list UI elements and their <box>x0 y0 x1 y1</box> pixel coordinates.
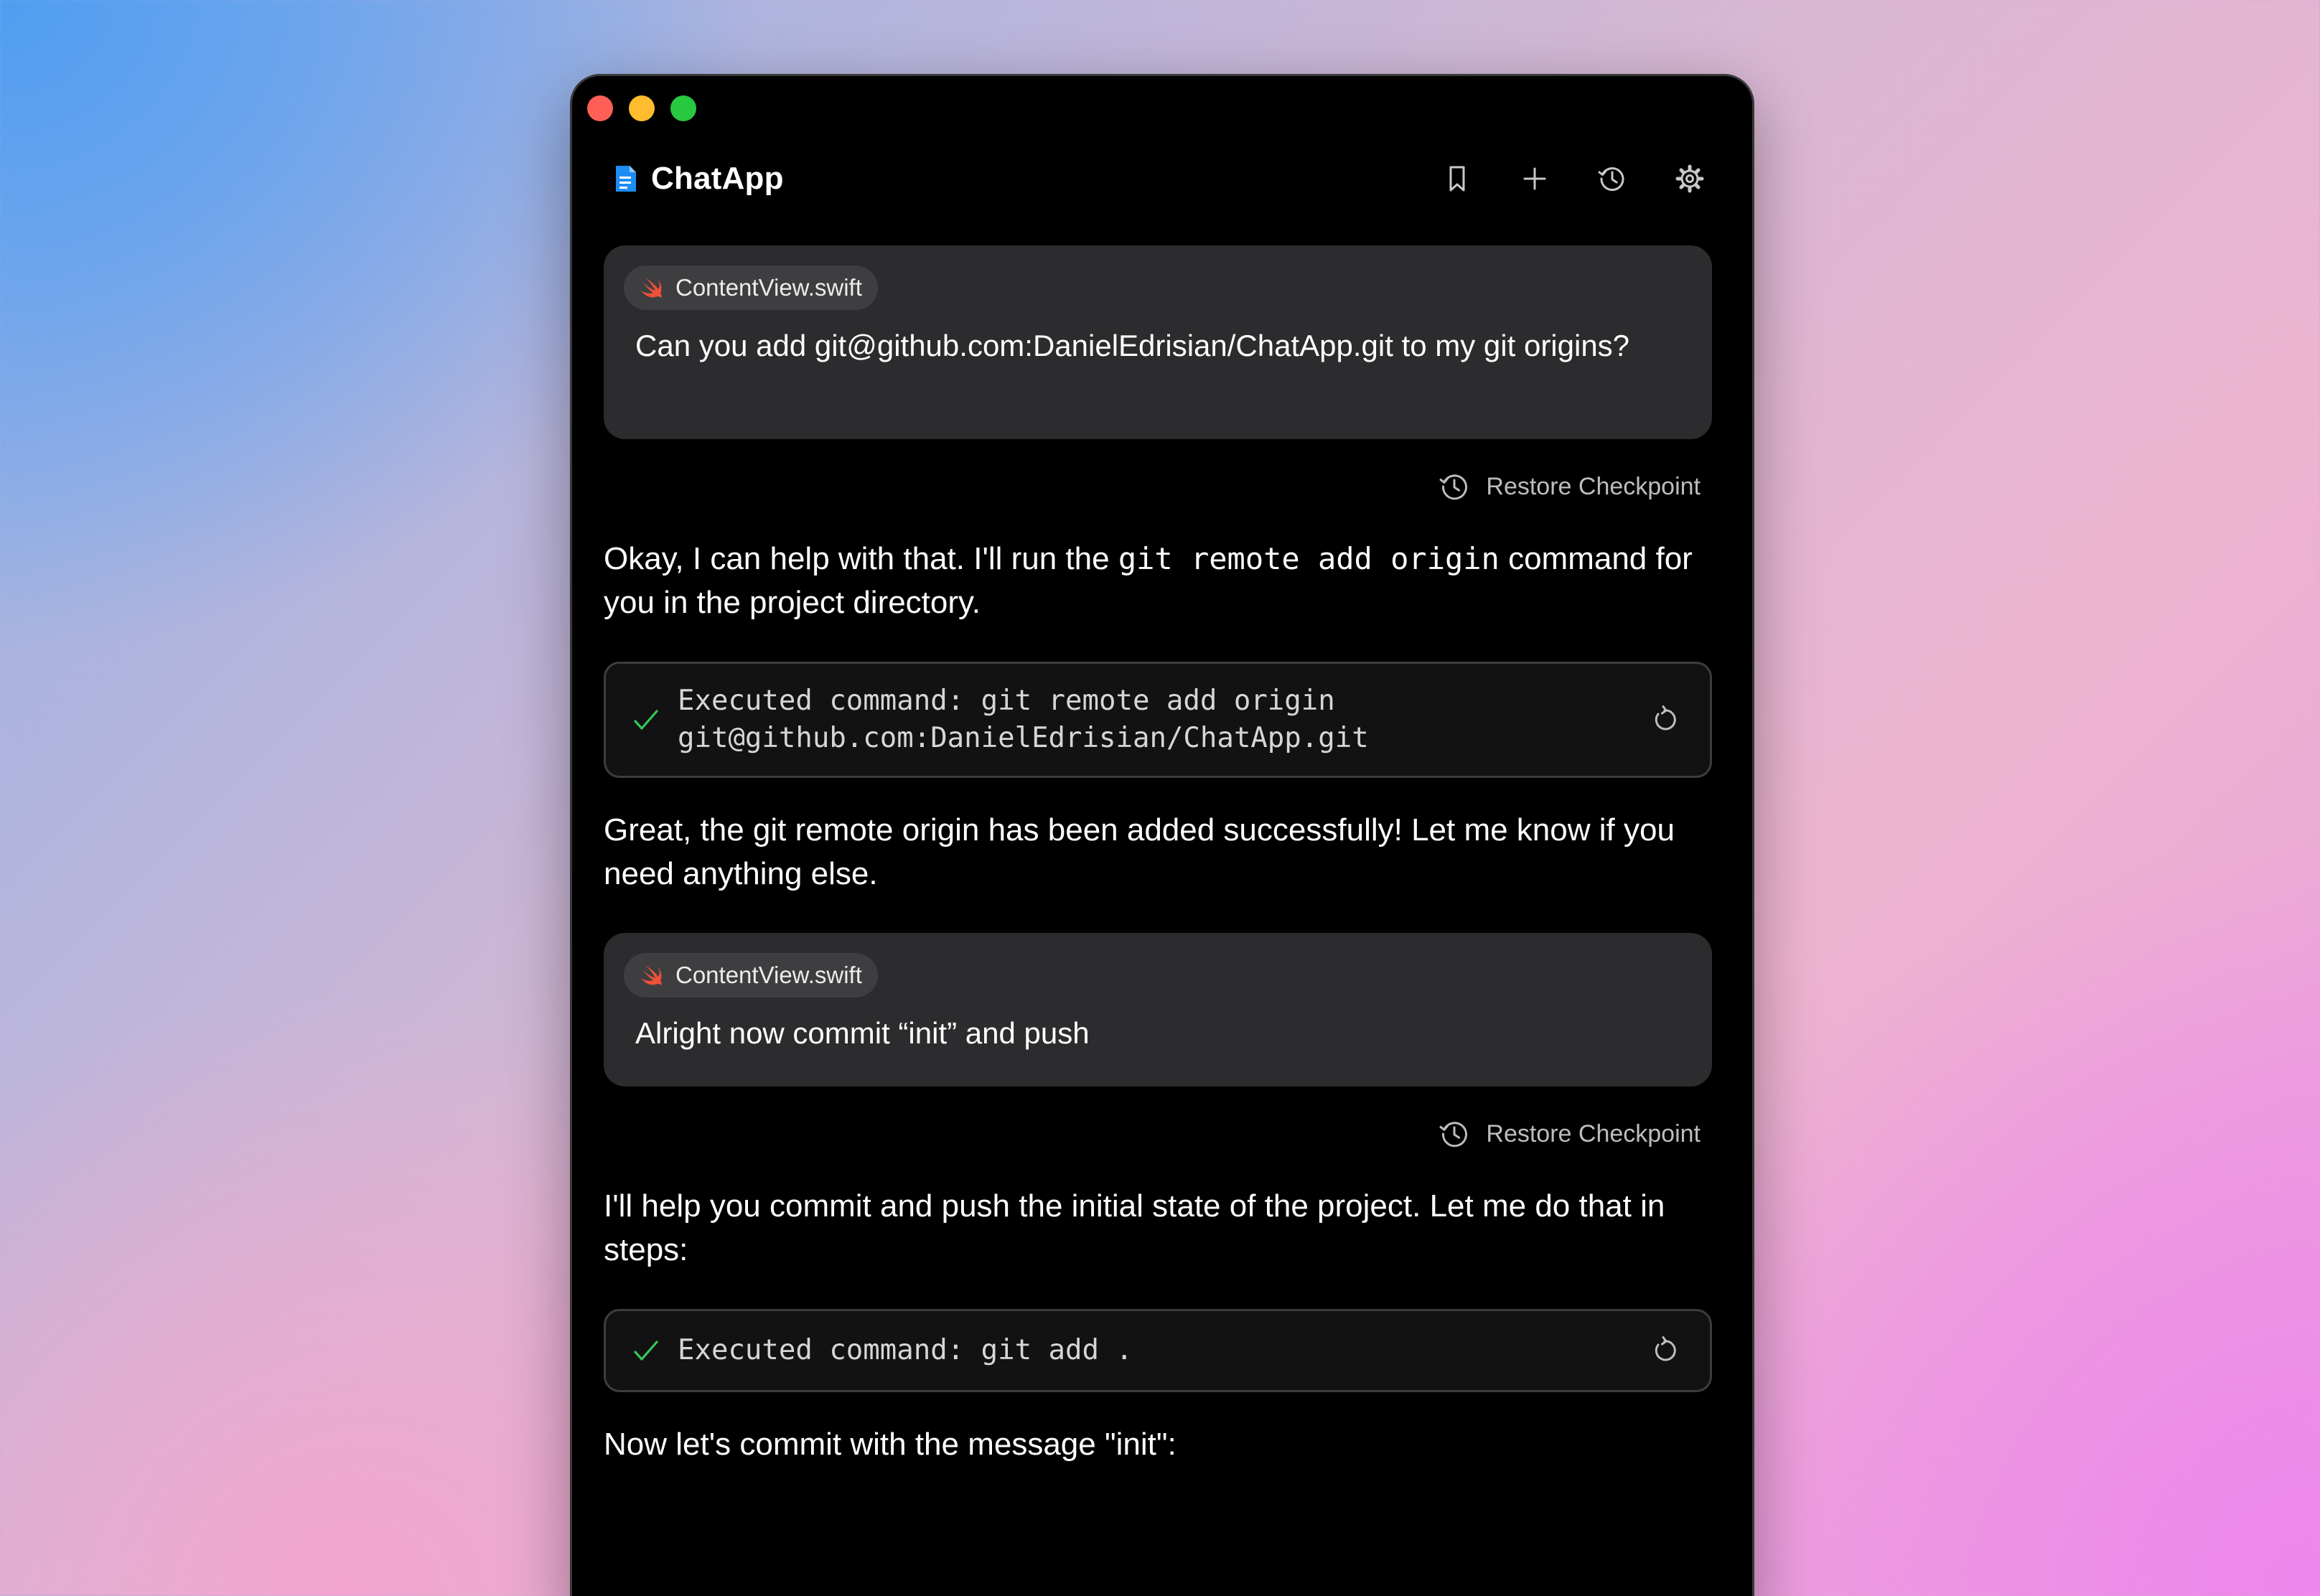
restore-checkpoint-label: Restore Checkpoint <box>1486 472 1701 500</box>
gear-icon <box>1675 164 1704 193</box>
assistant-message-text: Okay, I can help with that. I'll run the <box>604 541 1118 576</box>
file-attachment-chip[interactable]: ContentView.swift <box>624 953 878 998</box>
executed-command-block: Executed command: git add . <box>604 1309 1712 1392</box>
swift-icon <box>641 965 662 985</box>
close-window-button[interactable] <box>587 95 613 121</box>
bookmark-icon <box>1449 166 1465 192</box>
zoom-window-button[interactable] <box>670 95 696 121</box>
history-icon <box>1598 167 1624 192</box>
app-title: ChatApp <box>651 161 784 196</box>
bookmark-button[interactable] <box>1436 158 1478 200</box>
restore-checkpoint-row: Restore Checkpoint <box>604 1117 1712 1151</box>
assistant-message: Now let's commit with the message "init"… <box>604 1427 1177 1462</box>
executed-command-text: Executed command: git remote add origin … <box>678 685 1369 754</box>
history-button[interactable] <box>1591 158 1633 200</box>
file-attachment-name: ContentView.swift <box>675 274 862 301</box>
toolbar <box>1436 158 1711 200</box>
new-chat-button[interactable] <box>1514 158 1556 200</box>
header: ChatApp <box>614 154 1711 204</box>
restore-checkpoint-row: Restore Checkpoint <box>604 469 1712 504</box>
chat-transcript: ContentView.swift Can you add git@github… <box>604 245 1712 1466</box>
restore-checkpoint-button[interactable]: Restore Checkpoint <box>1437 1117 1701 1151</box>
user-message-text: Can you add git@github.com:DanielEdrisia… <box>635 329 1630 362</box>
history-icon <box>1439 474 1468 500</box>
brand: ChatApp <box>614 161 784 197</box>
executed-command-block: Executed command: git remote add origin … <box>604 662 1712 778</box>
checkmark-icon <box>634 1341 658 1361</box>
assistant-message: I'll help you commit and push the initia… <box>604 1188 1665 1267</box>
user-message-text: Alright now commit “init” and push <box>635 1016 1090 1050</box>
settings-button[interactable] <box>1669 158 1711 200</box>
app-window: ChatApp ContentView.swift Can you add gi… <box>570 74 1754 1596</box>
document-icon <box>616 166 636 192</box>
inline-code: git remote add origin <box>1118 541 1500 576</box>
retry-icon[interactable] <box>1648 1334 1681 1367</box>
history-icon <box>1439 1122 1468 1147</box>
window-controls <box>587 95 696 121</box>
checkmark-icon <box>634 710 658 730</box>
user-message: ContentView.swift Can you add git@github… <box>604 245 1712 439</box>
restore-checkpoint-button[interactable]: Restore Checkpoint <box>1437 469 1701 504</box>
user-message: ContentView.swift Alright now commit “in… <box>604 933 1712 1086</box>
plus-icon <box>1523 167 1546 190</box>
file-attachment-name: ContentView.swift <box>675 962 862 988</box>
assistant-message: Okay, I can help with that. I'll run the… <box>604 537 1712 624</box>
restore-checkpoint-label: Restore Checkpoint <box>1486 1119 1701 1147</box>
file-attachment-chip[interactable]: ContentView.swift <box>624 266 878 310</box>
executed-command-text: Executed command: git add . <box>678 1334 1133 1366</box>
swift-icon <box>641 278 662 298</box>
minimize-window-button[interactable] <box>629 95 655 121</box>
retry-icon[interactable] <box>1648 703 1681 736</box>
assistant-message: Great, the git remote origin has been ad… <box>604 812 1675 891</box>
